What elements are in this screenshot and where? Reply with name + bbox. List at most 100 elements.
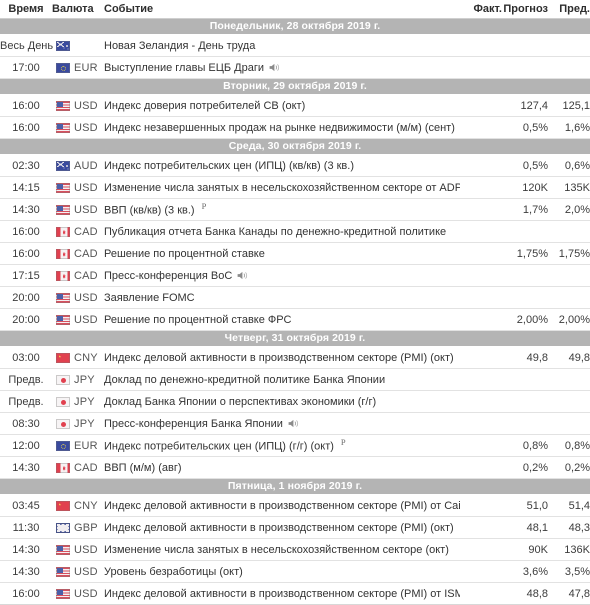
table-row[interactable]: 14:15 USD Изменение числа занятых в несель… [0,176,590,199]
event-previous-value: 1,75% [548,242,590,265]
table-row[interactable]: 16:00 CAD Публикация отчета Банка Канады п… [0,220,590,243]
speaker-icon[interactable] [237,271,248,280]
table-row[interactable]: 16:00 USD Индекс доверия потребителей СВ (… [0,94,590,117]
column-header-currency[interactable]: Валюта [52,0,104,19]
eur-flag-icon [56,62,70,73]
event-time: Предв. [0,390,52,413]
table-row[interactable]: 03:45 CNY Индекс деловой активности в прои… [0,494,590,517]
event-actual-value [460,264,502,287]
event-cell[interactable]: Изменение числа занятых в несельскохозяй… [104,538,460,561]
date-separator-row: Пятница, 1 ноября 2019 г. [0,478,590,495]
country-flag-cell [52,368,74,391]
event-cell[interactable]: Публикация отчета Банка Канады по денежн… [104,220,460,243]
currency-code: JPY [74,368,104,391]
usd-flag-icon [56,566,70,577]
event-time: 16:00 [0,94,52,117]
event-cell[interactable]: Индекс деловой активности в производстве… [104,346,460,369]
speaker-icon[interactable] [288,419,299,428]
table-row[interactable]: 20:00 USD Решение по процентной ставке ФРС… [0,308,590,331]
event-previous-value [548,412,590,435]
country-flag-cell [52,94,74,117]
event-cell[interactable]: Выступление главы ЕЦБ Драги [104,56,460,79]
speaker-icon[interactable] [269,63,280,72]
event-cell[interactable]: ВВП (кв/кв) (3 кв.) P [104,198,460,221]
event-cell[interactable]: Пресс-конференция Банка Японии [104,412,460,435]
nzd-flag-icon [56,40,70,51]
currency-code: USD [74,116,104,139]
event-previous-value: 51,4 [548,494,590,517]
table-row[interactable]: 14:30 USD Уровень безработицы (окт) 3,6% 3,5… [0,560,590,583]
currency-code: EUR [74,56,104,79]
event-actual-value [460,154,502,177]
event-cell[interactable]: Новая Зеландия - День труда [104,34,460,57]
table-row[interactable]: 12:00 EUR Индекс потребительских цен (ИПЦ)… [0,434,590,457]
table-row[interactable]: 08:30 JPY Пресс-конференция Банка Японии [0,412,590,435]
usd-flag-icon [56,122,70,133]
event-cell[interactable]: ВВП (м/м) (авг) [104,456,460,479]
table-row[interactable]: 03:00 CNY Индекс деловой активности в прои… [0,346,590,369]
table-row[interactable]: Предв. JPY Доклад Банка Японии о перспекти… [0,390,590,413]
column-header-actual[interactable]: Факт. [460,0,502,19]
event-name: Индекс потребительских цен (ИПЦ) (кв/кв)… [104,159,354,172]
table-row[interactable]: 16:00 USD Индекс деловой активности в прои… [0,582,590,605]
event-cell[interactable]: Доклад Банка Японии о перспективах эконо… [104,390,460,413]
event-time: 17:00 [0,56,52,79]
date-label: Четверг, 31 октября 2019 г. [0,330,590,347]
currency-code: JPY [74,412,104,435]
event-name: ВВП (кв/кв) (3 кв.) [104,204,195,217]
event-time: 08:30 [0,412,52,435]
event-cell[interactable]: Индекс деловой активности в производстве… [104,494,460,517]
event-actual-value [460,494,502,517]
event-cell[interactable]: Индекс деловой активности в производстве… [104,516,460,539]
currency-code: CAD [74,220,104,243]
event-forecast-value: 0,8% [502,434,548,457]
event-time: 20:00 [0,286,52,309]
economic-calendar-table: Время Валюта Событие Факт. Прогноз Пред.… [0,0,590,605]
event-name: Решение по процентной ставке ФРС [104,313,292,326]
column-header-previous[interactable]: Пред. [548,0,590,19]
currency-code: CNY [74,346,104,369]
preliminary-marker-icon: P [201,201,207,212]
event-cell[interactable]: Индекс потребительских цен (ИПЦ) (г/г) (… [104,434,460,457]
event-actual-value [460,198,502,221]
currency-code: USD [74,560,104,583]
cny-flag-icon [56,352,70,363]
event-cell[interactable]: Индекс незавершенных продаж на рынке нед… [104,116,460,139]
table-row[interactable]: 02:30 AUD Индекс потребительских цен (ИПЦ)… [0,154,590,177]
event-previous-value [548,56,590,79]
cad-flag-icon [56,226,70,237]
event-cell[interactable]: Индекс потребительских цен (ИПЦ) (кв/кв)… [104,154,460,177]
event-actual-value [460,34,502,57]
country-flag-cell [52,560,74,583]
event-cell[interactable]: Заявление FOMC [104,286,460,309]
column-header-forecast[interactable]: Прогноз [502,0,548,19]
event-cell[interactable]: Решение по процентной ставке [104,242,460,265]
country-flag-cell [52,412,74,435]
table-row[interactable]: 14:30 USD Изменение числа занятых в несель… [0,538,590,561]
event-time: 20:00 [0,308,52,331]
event-previous-value: 135K [548,176,590,199]
event-cell[interactable]: Изменение числа занятых в несельскохозяй… [104,176,460,199]
event-time: 14:30 [0,560,52,583]
table-row[interactable]: 17:15 CAD Пресс-конференция BoC [0,264,590,287]
table-row[interactable]: Предв. JPY Доклад по денежно-кредитной пол… [0,368,590,391]
event-cell[interactable]: Индекс доверия потребителей СВ (окт) [104,94,460,117]
event-cell[interactable]: Уровень безработицы (окт) [104,560,460,583]
table-row[interactable]: 20:00 USD Заявление FOMC [0,286,590,309]
country-flag-cell [52,538,74,561]
table-row[interactable]: 17:00 EUR Выступление главы ЕЦБ Драги [0,56,590,79]
table-row[interactable]: 14:30 CAD ВВП (м/м) (авг) 0,2% 0,2% [0,456,590,479]
currency-code: USD [74,176,104,199]
table-row[interactable]: Весь День Новая Зеландия - День труда [0,34,590,57]
table-row[interactable]: 16:00 USD Индекс незавершенных продаж на р… [0,116,590,139]
country-flag-cell [52,154,74,177]
event-cell[interactable]: Пресс-конференция BoC [104,264,460,287]
event-cell[interactable]: Решение по процентной ставке ФРС [104,308,460,331]
event-cell[interactable]: Доклад по денежно-кредитной политике Бан… [104,368,460,391]
column-header-time[interactable]: Время [0,0,52,19]
event-cell[interactable]: Индекс деловой активности в производстве… [104,582,460,605]
table-row[interactable]: 16:00 CAD Решение по процентной ставке 1,75… [0,242,590,265]
table-row[interactable]: 11:30 GBP Индекс деловой активности в прои… [0,516,590,539]
table-row[interactable]: 14:30 USD ВВП (кв/кв) (3 кв.) P 1,7% 2,0% [0,198,590,221]
column-header-event[interactable]: Событие [104,0,460,19]
